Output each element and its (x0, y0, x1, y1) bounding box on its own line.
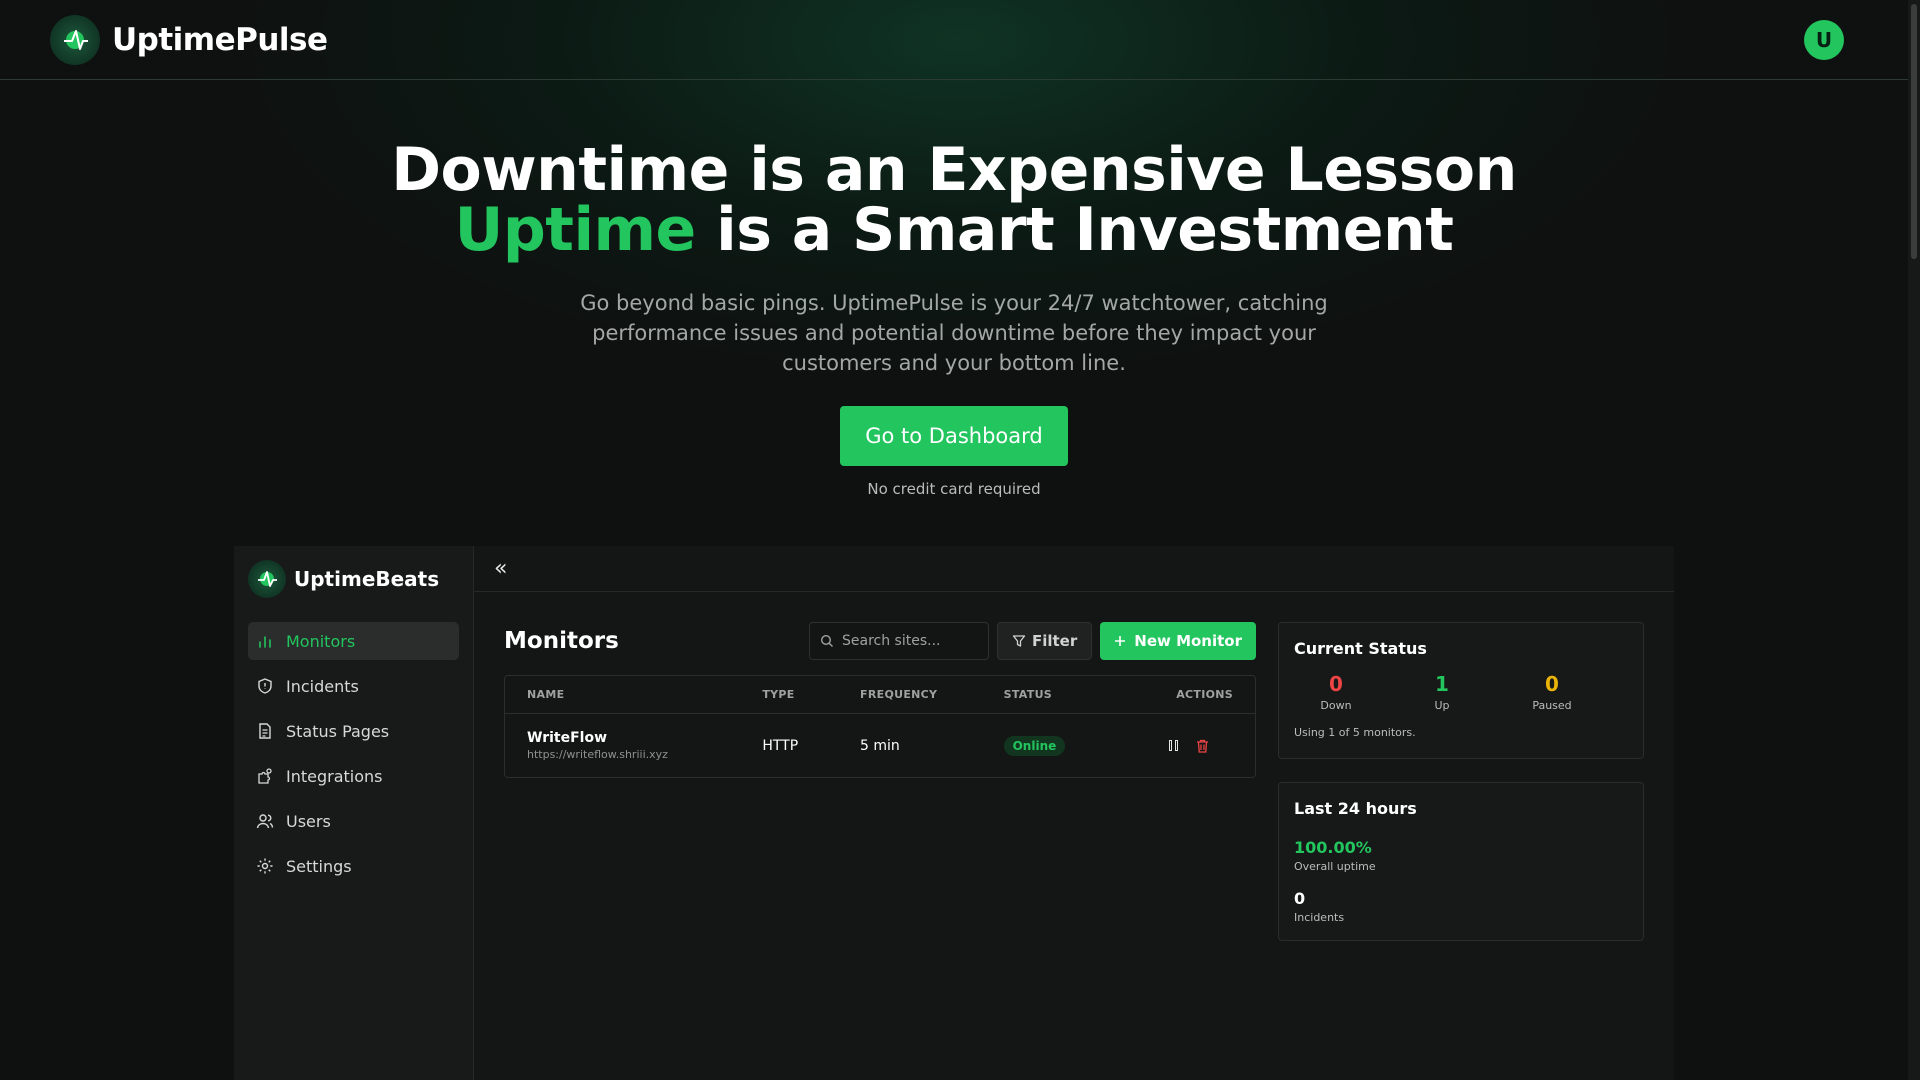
sidebar-nav: Monitors Incidents Status Pages Integrat… (248, 622, 459, 885)
dashboard-preview: UptimeBeats Monitors Incidents Status Pa… (234, 546, 1674, 1080)
hero-subtitle: Go beyond basic pings. UptimePulse is yo… (580, 291, 1328, 375)
sidebar-item-monitors[interactable]: Monitors (248, 622, 459, 660)
stat-down-label: Down (1320, 699, 1352, 712)
hero: Downtime is an Expensive Lesson Uptime i… (0, 140, 1908, 498)
column-header-name: NAME (527, 688, 565, 701)
main-topbar: « (474, 546, 1674, 592)
sidebar-item-label: Users (286, 811, 331, 831)
monitor-url: https://writeflow.shriii.xyz (527, 748, 668, 761)
table-header: NAME TYPE FREQUENCY STATUS ACTIONS (505, 676, 1255, 714)
brand[interactable]: UptimePulse (50, 14, 328, 65)
gear-icon (257, 858, 273, 874)
shield-icon (258, 678, 272, 694)
table-row[interactable]: WriteFlow https://writeflow.shriii.xyz H… (505, 714, 1255, 777)
status-badge: Online (1003, 735, 1066, 756)
sidebar-item-incidents[interactable]: Incidents (248, 667, 459, 705)
trash-icon[interactable] (1196, 739, 1209, 753)
stat-paused-label: Paused (1532, 699, 1572, 712)
brand-name: UptimePulse (112, 21, 328, 58)
logo-icon (50, 14, 100, 65)
search-placeholder: Search sites... (841, 633, 941, 649)
stat-paused-value: 0 (1545, 672, 1559, 696)
column-header-frequency: FREQUENCY (860, 688, 938, 701)
monitor-frequency: 5 min (860, 737, 900, 754)
sidebar: UptimeBeats Monitors Incidents Status Pa… (234, 546, 474, 1080)
sidebar-item-integrations[interactable]: Integrations (248, 757, 459, 795)
go-to-dashboard-button[interactable]: Go to Dashboard (840, 406, 1068, 466)
monitor-name[interactable]: WriteFlow (527, 730, 762, 746)
monitor-type: HTTP (762, 737, 799, 754)
user-avatar[interactable]: U (1804, 19, 1844, 60)
current-status-card: Current Status 0 Down 1 Up 0 Paused Usin… (1278, 622, 1644, 759)
monitors-table: NAME TYPE FREQUENCY STATUS ACTIONS Write… (504, 675, 1256, 778)
scrollbar-thumb[interactable] (1911, 4, 1917, 259)
status-stats: 0 Down 1 Up 0 Paused (1294, 672, 1628, 712)
last-24-hours-title: Last 24 hours (1294, 799, 1417, 818)
hero-title: Downtime is an Expensive Lesson Uptime i… (0, 140, 1908, 260)
sidebar-item-label: Incidents (286, 676, 359, 696)
sidebar-item-label: Settings (286, 856, 352, 876)
column-header-status: STATUS (1003, 688, 1053, 701)
sidebar-item-status-pages[interactable]: Status Pages (248, 712, 459, 750)
stat-up-label: Up (1434, 699, 1450, 712)
plus-icon (1115, 636, 1126, 646)
monitor-name-cell: WriteFlow https://writeflow.shriii.xyz (527, 730, 762, 761)
sidebar-item-label: Monitors (286, 631, 356, 651)
users-icon (256, 814, 274, 829)
cta-note: No credit card required (867, 480, 1041, 498)
stat-down-value: 0 (1329, 672, 1343, 696)
column-header-actions: ACTIONS (1176, 688, 1233, 701)
new-monitor-label: New Monitor (1134, 632, 1242, 650)
sidebar-item-settings[interactable]: Settings (248, 847, 459, 885)
filter-icon (1012, 635, 1026, 647)
row-actions (1163, 739, 1233, 753)
monitors-title: Monitors (504, 628, 619, 654)
hero-title-line2: is a Smart Investment (695, 195, 1454, 265)
current-status-title: Current Status (1294, 639, 1427, 658)
monitor-usage-text: Using 1 of 5 monitors. (1294, 726, 1416, 739)
monitors-header: Monitors Search sites... Filter New Moni… (504, 622, 1256, 660)
monitors-toolbar: Search sites... Filter New Monitor (808, 622, 1256, 660)
top-navbar: UptimePulse U (0, 0, 1908, 80)
sidebar-brand-name: UptimeBeats (294, 567, 440, 591)
document-icon (259, 723, 271, 739)
filter-button[interactable]: Filter (996, 622, 1093, 660)
overall-uptime-value: 100.00% (1294, 838, 1372, 857)
sidebar-item-label: Integrations (286, 766, 383, 786)
overall-uptime-label: Overall uptime (1294, 860, 1376, 873)
collapse-sidebar-icon[interactable]: « (494, 556, 507, 581)
stat-up: 1 Up (1414, 672, 1470, 712)
stat-down: 0 Down (1308, 672, 1364, 712)
sidebar-item-label: Status Pages (286, 721, 390, 741)
monitors-section: Monitors Search sites... Filter New Moni… (504, 622, 1256, 778)
incidents-label: Incidents (1294, 911, 1345, 924)
page-scrollbar[interactable] (1908, 0, 1920, 1080)
last-24-hours-card: Last 24 hours 100.00% Overall uptime 0 I… (1278, 782, 1644, 941)
bar-chart-icon (259, 636, 271, 648)
stat-paused: 0 Paused (1522, 672, 1582, 712)
stat-up-value: 1 (1435, 672, 1449, 696)
sidebar-item-users[interactable]: Users (248, 802, 459, 840)
pause-icon[interactable] (1169, 740, 1178, 751)
puzzle-icon (258, 768, 272, 784)
search-input[interactable]: Search sites... (808, 622, 989, 660)
column-header-type: TYPE (762, 688, 795, 701)
new-monitor-button[interactable]: New Monitor (1100, 622, 1256, 660)
incidents-count: 0 (1294, 889, 1306, 908)
main-panel: « Monitors Search sites... Filter New Mo… (474, 546, 1674, 1080)
hero-title-accent: Uptime (454, 195, 697, 265)
filter-label: Filter (1031, 632, 1078, 650)
monitor-status-cell: Online (1003, 735, 1164, 756)
search-icon (820, 634, 833, 647)
logo-icon (248, 560, 286, 598)
sidebar-brand[interactable]: UptimeBeats (248, 560, 459, 598)
